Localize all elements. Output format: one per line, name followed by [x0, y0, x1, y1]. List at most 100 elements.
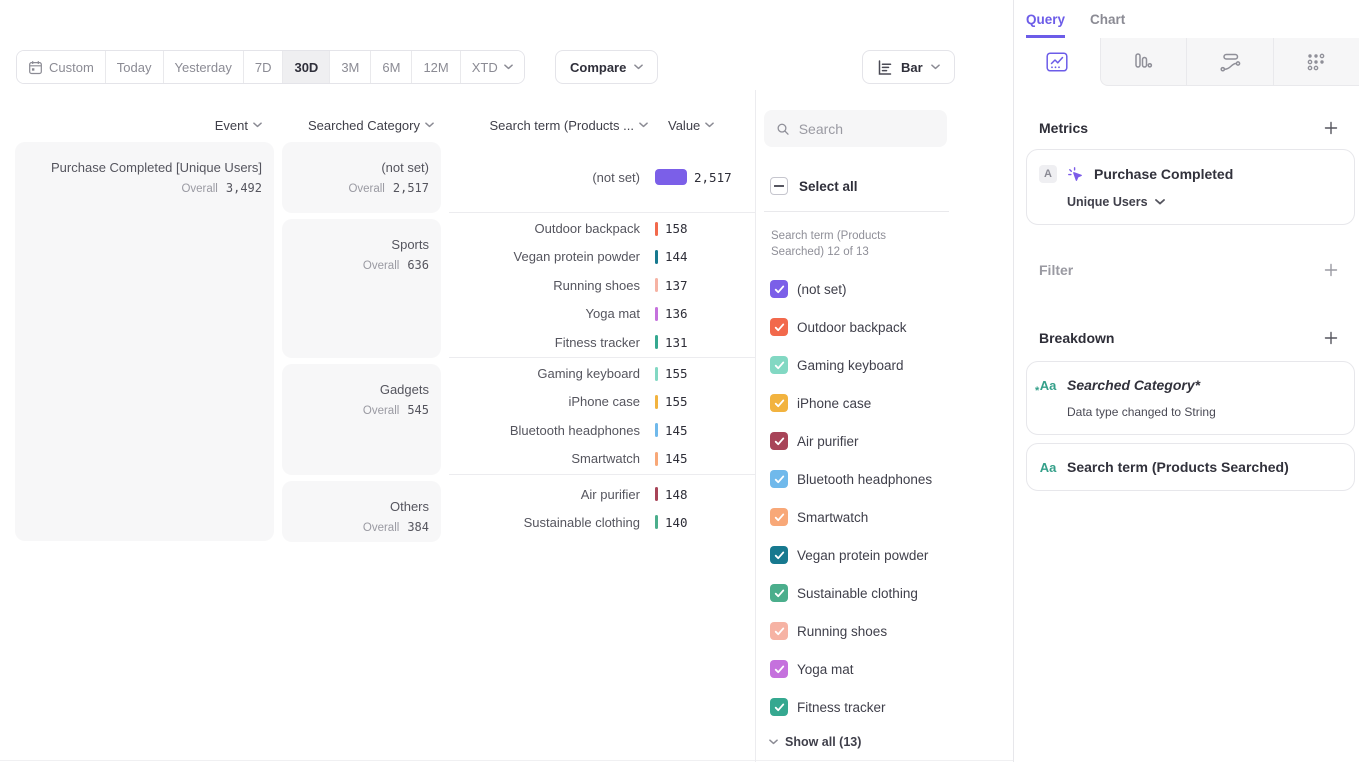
column-header-event[interactable]: Event	[0, 118, 274, 133]
segment-checkbox[interactable]	[770, 394, 788, 412]
select-all-row[interactable]: Select all	[770, 177, 1013, 195]
segment-item-vegan-protein-powder[interactable]: Vegan protein powder	[756, 536, 1013, 574]
category-cell-others[interactable]: OthersOverall384	[282, 481, 441, 542]
table-row-smartwatch[interactable]: Smartwatch145	[449, 445, 755, 473]
kebab-menu-icon[interactable]	[1336, 459, 1342, 475]
value-bar	[655, 487, 658, 501]
search-input[interactable]	[799, 121, 935, 137]
tab-query[interactable]: Query	[1026, 12, 1065, 38]
date-range-30d[interactable]: 30D	[283, 51, 330, 83]
checkmark-icon	[774, 361, 785, 370]
segment-checkbox[interactable]	[770, 698, 788, 716]
segment-label: Bluetooth headphones	[797, 472, 932, 487]
tab-chart[interactable]: Chart	[1090, 12, 1125, 38]
category-overall: Overall384	[294, 520, 429, 534]
segment-item-gaming-keyboard[interactable]: Gaming keyboard	[756, 346, 1013, 384]
chevron-down-icon	[253, 122, 262, 128]
segment-item-air-purifier[interactable]: Air purifier	[756, 422, 1013, 460]
indeterminate-minus-icon	[774, 185, 784, 187]
segment-item-yoga-mat[interactable]: Yoga mat	[756, 650, 1013, 688]
tab-funnels[interactable]	[1100, 38, 1187, 86]
table-row-fitness-tracker[interactable]: Fitness tracker131	[449, 328, 755, 356]
segment-checkbox[interactable]	[770, 318, 788, 336]
term-group-not-set: (not set)2,517	[449, 142, 755, 213]
category-overall: Overall2,517	[294, 181, 429, 195]
tab-flows[interactable]	[1186, 38, 1273, 86]
term-group-sports: Outdoor backpack158Vegan protein powder1…	[449, 213, 755, 358]
compare-button[interactable]: Compare	[555, 50, 658, 84]
add-metric-button[interactable]	[1324, 121, 1338, 135]
breakdown-property-name: Search term (Products Searched)	[1067, 459, 1289, 475]
table-row-bluetooth-headphones[interactable]: Bluetooth headphones145	[449, 416, 755, 444]
segment-checkbox[interactable]	[770, 546, 788, 564]
segment-item-bluetooth-headphones[interactable]: Bluetooth headphones	[756, 460, 1013, 498]
date-range-today[interactable]: Today	[106, 51, 164, 83]
segment-checkbox[interactable]	[770, 470, 788, 488]
category-cell-sports[interactable]: SportsOverall636	[282, 219, 441, 358]
chart-type-button[interactable]: Bar	[862, 50, 955, 84]
table-row-iphone-case[interactable]: iPhone case155	[449, 388, 755, 416]
kebab-menu-icon[interactable]	[1336, 166, 1342, 182]
segment-item-smartwatch[interactable]: Smartwatch	[756, 498, 1013, 536]
category-cell-gadgets[interactable]: GadgetsOverall545	[282, 364, 441, 475]
segment-label: Yoga mat	[797, 662, 854, 677]
category-cell-not-set[interactable]: (not set)Overall2,517	[282, 142, 441, 213]
segment-checkbox[interactable]	[770, 432, 788, 450]
table-row-gaming-keyboard[interactable]: Gaming keyboard155	[449, 359, 755, 387]
table-row-vegan-protein-powder[interactable]: Vegan protein powder144	[449, 243, 755, 271]
show-all-button[interactable]: Show all (13)	[756, 729, 1013, 755]
breakdown-card-search-term[interactable]: Aa Search term (Products Searched)	[1026, 443, 1355, 491]
segment-checkbox[interactable]	[770, 584, 788, 602]
segment-item-fitness-tracker[interactable]: Fitness tracker	[756, 688, 1013, 726]
segment-item-outdoor-backpack[interactable]: Outdoor backpack	[756, 308, 1013, 346]
table-row-outdoor-backpack[interactable]: Outdoor backpack158	[449, 214, 755, 242]
segment-list: (not set) Outdoor backpackGaming keyboard…	[756, 270, 1013, 726]
segment-checkbox[interactable]	[770, 508, 788, 526]
table-row-yoga-mat[interactable]: Yoga mat136	[449, 300, 755, 328]
add-breakdown-button[interactable]	[1324, 331, 1338, 345]
segment-item-running-shoes[interactable]: Running shoes	[756, 612, 1013, 650]
checkmark-icon	[774, 627, 785, 636]
date-range-12m[interactable]: 12M	[412, 51, 460, 83]
checkmark-icon	[774, 475, 785, 484]
segment-checkbox[interactable]	[770, 356, 788, 374]
segment-item-sustainable-clothing[interactable]: Sustainable clothing	[756, 574, 1013, 612]
segment-item-iphone-case[interactable]: iPhone case	[756, 384, 1013, 422]
value-number: 131	[665, 335, 688, 350]
tab-retention[interactable]	[1273, 38, 1359, 86]
select-all-checkbox[interactable]	[770, 177, 788, 195]
add-filter-button[interactable]	[1324, 263, 1338, 277]
table-row-air-purifier[interactable]: Air purifier148	[449, 480, 755, 508]
date-range-custom[interactable]: Custom	[17, 51, 106, 83]
table-row-not-set[interactable]: (not set)2,517	[449, 163, 755, 191]
tab-insights[interactable]	[1014, 38, 1100, 86]
date-range-7d[interactable]: 7D	[244, 51, 284, 83]
value-bar-group: 131	[655, 335, 688, 350]
table-row-running-shoes[interactable]: Running shoes137	[449, 271, 755, 299]
date-range-xtd[interactable]: XTD	[461, 51, 524, 83]
segment-filter-panel: Select all Search term (Products Searche…	[755, 90, 1013, 762]
date-range-3m[interactable]: 3M	[330, 51, 371, 83]
column-header-search-term[interactable]: Search term (Products ...	[449, 118, 648, 133]
aggregation-selector[interactable]: Unique Users	[1067, 195, 1342, 209]
segment-checkbox[interactable]	[770, 660, 788, 678]
event-cell[interactable]: Purchase Completed [Unique Users] Overal…	[15, 142, 274, 541]
search-term-label: Smartwatch	[449, 451, 640, 466]
segment-label: (not set)	[797, 282, 847, 297]
string-property-icon: Aa*	[1039, 378, 1057, 393]
breakdown-card-searched-category[interactable]: Aa* Searched Category* Data type changed…	[1026, 361, 1355, 435]
kebab-menu-icon[interactable]	[1336, 377, 1342, 393]
column-header-searched-category[interactable]: Searched Category	[282, 118, 441, 133]
chevron-down-icon	[634, 64, 643, 70]
segment-checkbox[interactable]	[770, 280, 788, 298]
category-overall: Overall545	[294, 403, 429, 417]
metric-card[interactable]: A Purchase Completed Unique Users	[1026, 149, 1355, 225]
segment-item-not-set[interactable]: (not set)	[756, 270, 1013, 308]
date-range-yesterday[interactable]: Yesterday	[164, 51, 244, 83]
value-bar	[655, 169, 687, 185]
table-row-sustainable-clothing[interactable]: Sustainable clothing140	[449, 508, 755, 536]
segment-checkbox[interactable]	[770, 622, 788, 640]
column-header-value[interactable]: Value	[668, 118, 714, 133]
date-range-6m[interactable]: 6M	[371, 51, 412, 83]
search-icon	[776, 121, 790, 137]
